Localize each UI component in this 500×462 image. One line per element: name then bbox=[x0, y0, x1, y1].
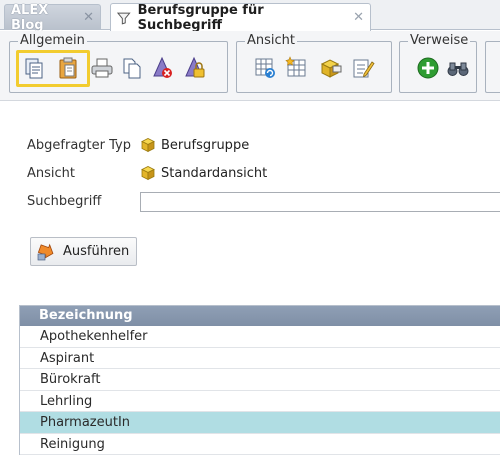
lock-icon bbox=[185, 56, 205, 78]
table-row-selected[interactable]: PharmazeutIn bbox=[20, 412, 500, 434]
copy-document-icon bbox=[25, 58, 43, 79]
cube-icon bbox=[141, 166, 155, 181]
toolbar-group-verweise: Verweise bbox=[399, 33, 477, 93]
printer-icon bbox=[91, 58, 113, 78]
delete-button[interactable] bbox=[148, 54, 176, 82]
search-input[interactable] bbox=[140, 192, 500, 212]
run-arrow-icon bbox=[37, 243, 54, 260]
find-reference-button[interactable] bbox=[444, 54, 472, 82]
close-icon[interactable]: ✕ bbox=[353, 10, 364, 25]
grid-refresh-icon bbox=[255, 58, 275, 78]
lock-button[interactable] bbox=[180, 54, 208, 82]
close-icon[interactable]: ✕ bbox=[83, 10, 94, 25]
paste-button[interactable] bbox=[54, 54, 82, 82]
view-label: Ansicht bbox=[27, 166, 76, 181]
binoculars-icon bbox=[447, 62, 469, 76]
tab-alex-blog[interactable]: ALEX Blog ✕ bbox=[4, 2, 101, 33]
cube-tag-icon bbox=[320, 59, 342, 78]
table-row[interactable]: Aspirant bbox=[20, 347, 500, 369]
table-row[interactable]: Lehrling bbox=[20, 390, 500, 412]
grid-star-icon bbox=[285, 56, 306, 77]
group-legend: Allgemein bbox=[18, 33, 87, 49]
duplicate-button[interactable] bbox=[118, 54, 146, 82]
copy-document-button[interactable] bbox=[20, 54, 48, 82]
type-label: Abgefragter Typ bbox=[27, 138, 131, 153]
tab-label: ALEX Blog bbox=[11, 2, 49, 33]
tab-strip: ALEX Blog ✕ Berufsgruppe für Suchbegriff… bbox=[0, 0, 500, 33]
add-reference-button[interactable] bbox=[414, 54, 442, 82]
clipboard-icon bbox=[59, 57, 77, 79]
cube-icon bbox=[141, 138, 155, 153]
tag-cube-button[interactable] bbox=[317, 54, 345, 82]
tab-label: Berufsgruppe für Suchbegriff bbox=[137, 2, 264, 33]
toolbar-group-ansicht: Ansicht bbox=[236, 33, 392, 93]
run-button[interactable]: Ausführen bbox=[30, 237, 137, 266]
run-button-label: Ausführen bbox=[63, 244, 130, 259]
group-legend: Verweise bbox=[408, 33, 471, 49]
view-value: Standardansicht bbox=[140, 165, 267, 181]
view-value-text: Standardansicht bbox=[161, 165, 268, 181]
funnel-icon bbox=[117, 12, 131, 24]
toolbar-group-more bbox=[485, 41, 500, 93]
type-value-text: Berufsgruppe bbox=[161, 137, 250, 153]
plus-icon bbox=[417, 57, 439, 79]
type-value: Berufsgruppe bbox=[140, 137, 249, 153]
edit-list-icon bbox=[353, 59, 375, 78]
column-header-bezeichnung[interactable]: Bezeichnung bbox=[20, 306, 500, 326]
search-label: Suchbegriff bbox=[27, 194, 102, 209]
edit-list-button[interactable] bbox=[349, 54, 377, 82]
refresh-grid-button[interactable] bbox=[251, 54, 279, 82]
toolbar: Allgemein Ansicht Verweise bbox=[0, 31, 500, 101]
table-row[interactable]: Bürokraft bbox=[20, 369, 500, 391]
results-table: Bezeichnung Apothekenhelfer Aspirant Bür… bbox=[19, 305, 500, 455]
print-button[interactable] bbox=[88, 54, 116, 82]
tab-berufsgruppe[interactable]: Berufsgruppe für Suchbegriff ✕ bbox=[110, 2, 371, 33]
group-legend: Ansicht bbox=[245, 33, 298, 49]
table-row[interactable]: Apothekenhelfer bbox=[20, 326, 500, 348]
table-row[interactable]: Reinigung bbox=[20, 433, 500, 455]
toolbar-group-allgemein: Allgemein bbox=[9, 33, 228, 93]
pages-icon bbox=[123, 58, 141, 79]
delete-shape-icon bbox=[153, 56, 172, 78]
new-grid-button[interactable] bbox=[283, 54, 311, 82]
